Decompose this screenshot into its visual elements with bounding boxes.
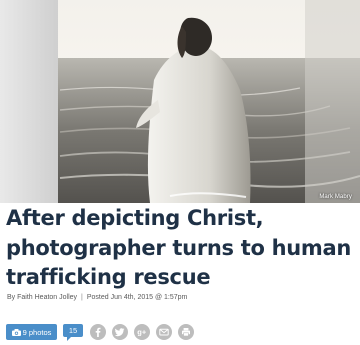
photos-label: 9 photos xyxy=(22,327,52,337)
facebook-icon[interactable] xyxy=(90,324,106,340)
camera-icon xyxy=(11,328,21,336)
hero-photo xyxy=(0,0,360,203)
comments-count-button[interactable]: 15 xyxy=(63,324,83,341)
author-name[interactable]: By Faith Heaton Jolley xyxy=(7,294,77,301)
byline-separator: | xyxy=(81,294,83,301)
photo-credit: Mark Mabry xyxy=(319,194,352,200)
email-icon[interactable] xyxy=(156,324,172,340)
article-headline: After depicting Christ, photographer tur… xyxy=(6,206,352,289)
twitter-icon[interactable] xyxy=(112,324,128,340)
print-icon[interactable] xyxy=(178,324,194,340)
google-plus-icon[interactable]: g+ xyxy=(134,324,150,340)
comment-count: 15 xyxy=(68,326,78,335)
posted-date: Posted Jun 4th, 2015 @ 1:57pm xyxy=(86,294,188,301)
hero-image[interactable]: Mark Mabry xyxy=(0,0,360,203)
svg-text:g+: g+ xyxy=(137,328,147,337)
byline: By Faith Heaton Jolley | Posted Jun 4th, 2… xyxy=(7,294,187,301)
photos-button[interactable]: 9 photos xyxy=(6,324,57,340)
